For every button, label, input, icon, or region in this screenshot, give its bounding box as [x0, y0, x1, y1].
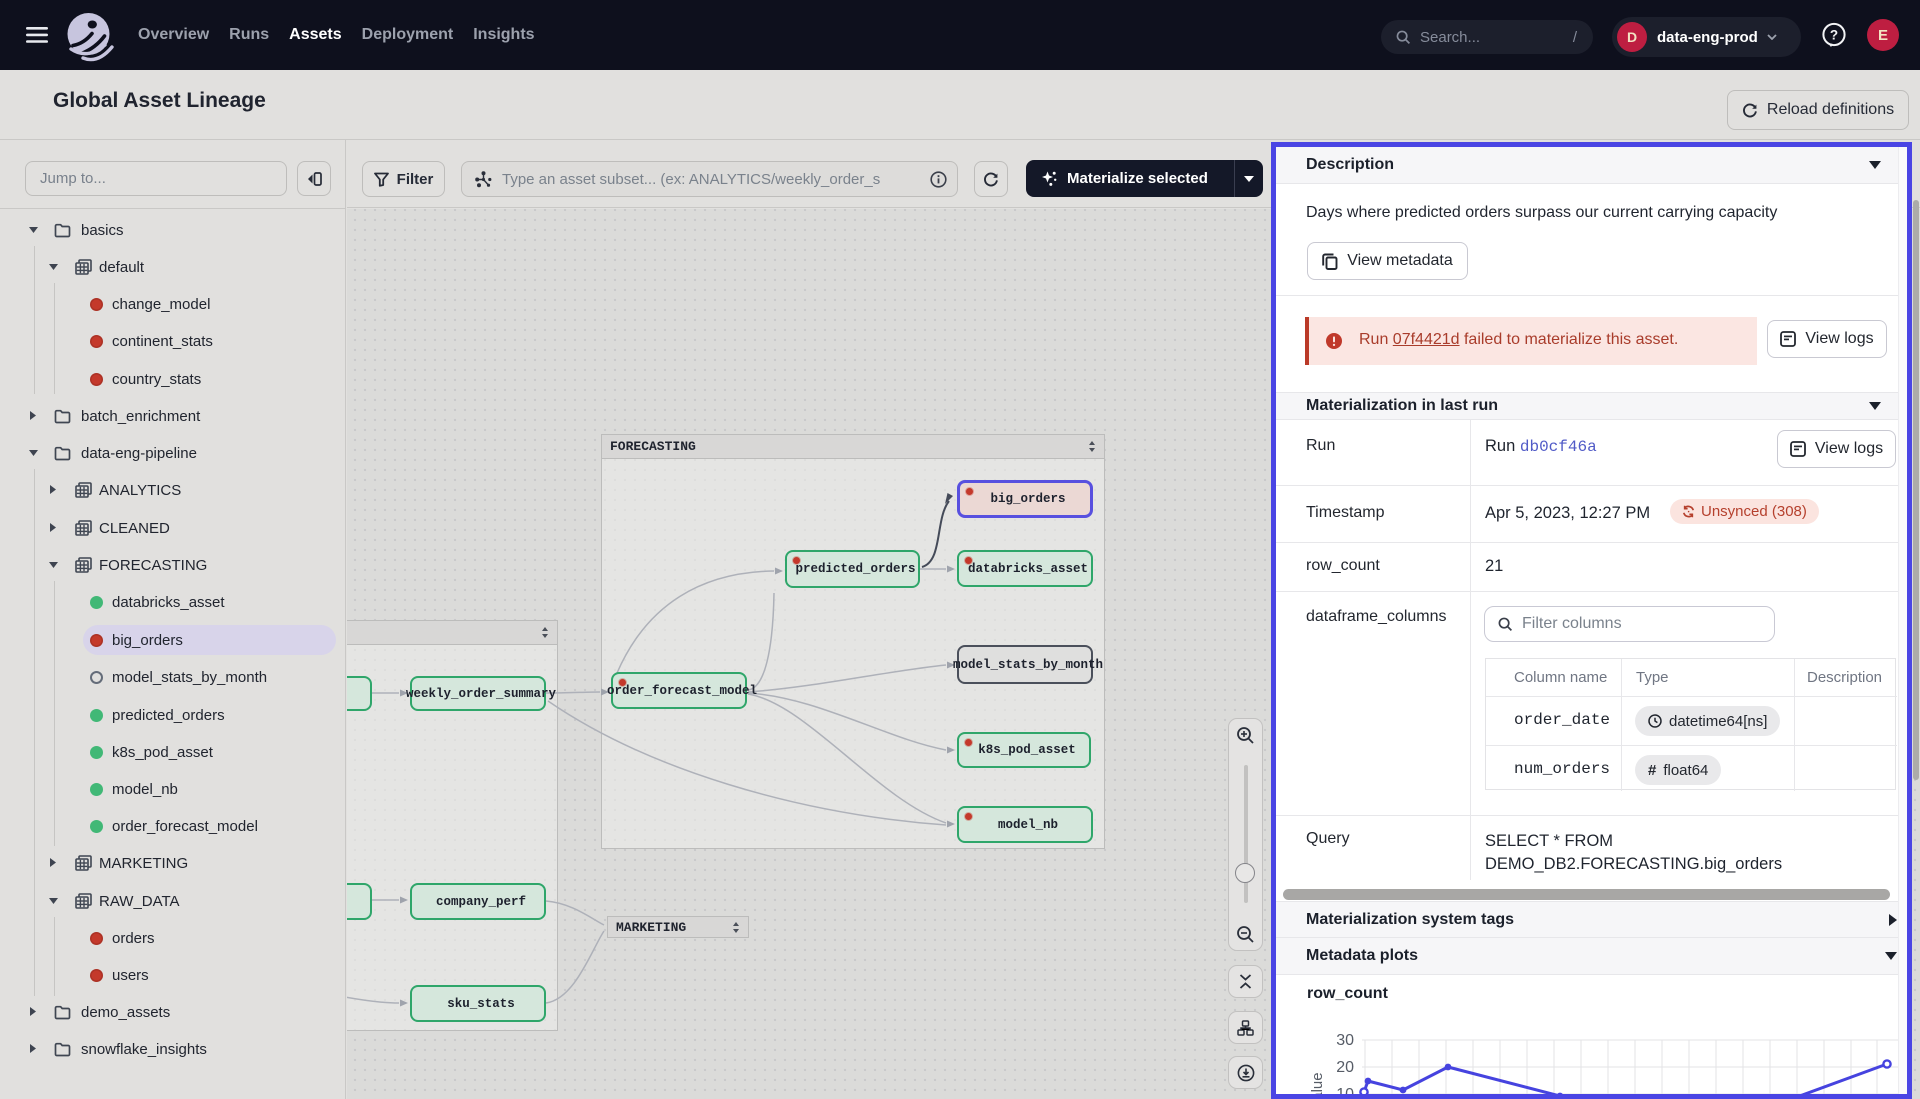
- svg-text:?: ?: [1830, 27, 1838, 42]
- svg-text:20: 20: [1336, 1059, 1354, 1076]
- svg-text:Value: Value: [1309, 1072, 1326, 1094]
- svg-text:10: 10: [1336, 1086, 1354, 1094]
- svg-text:30: 30: [1336, 1032, 1354, 1049]
